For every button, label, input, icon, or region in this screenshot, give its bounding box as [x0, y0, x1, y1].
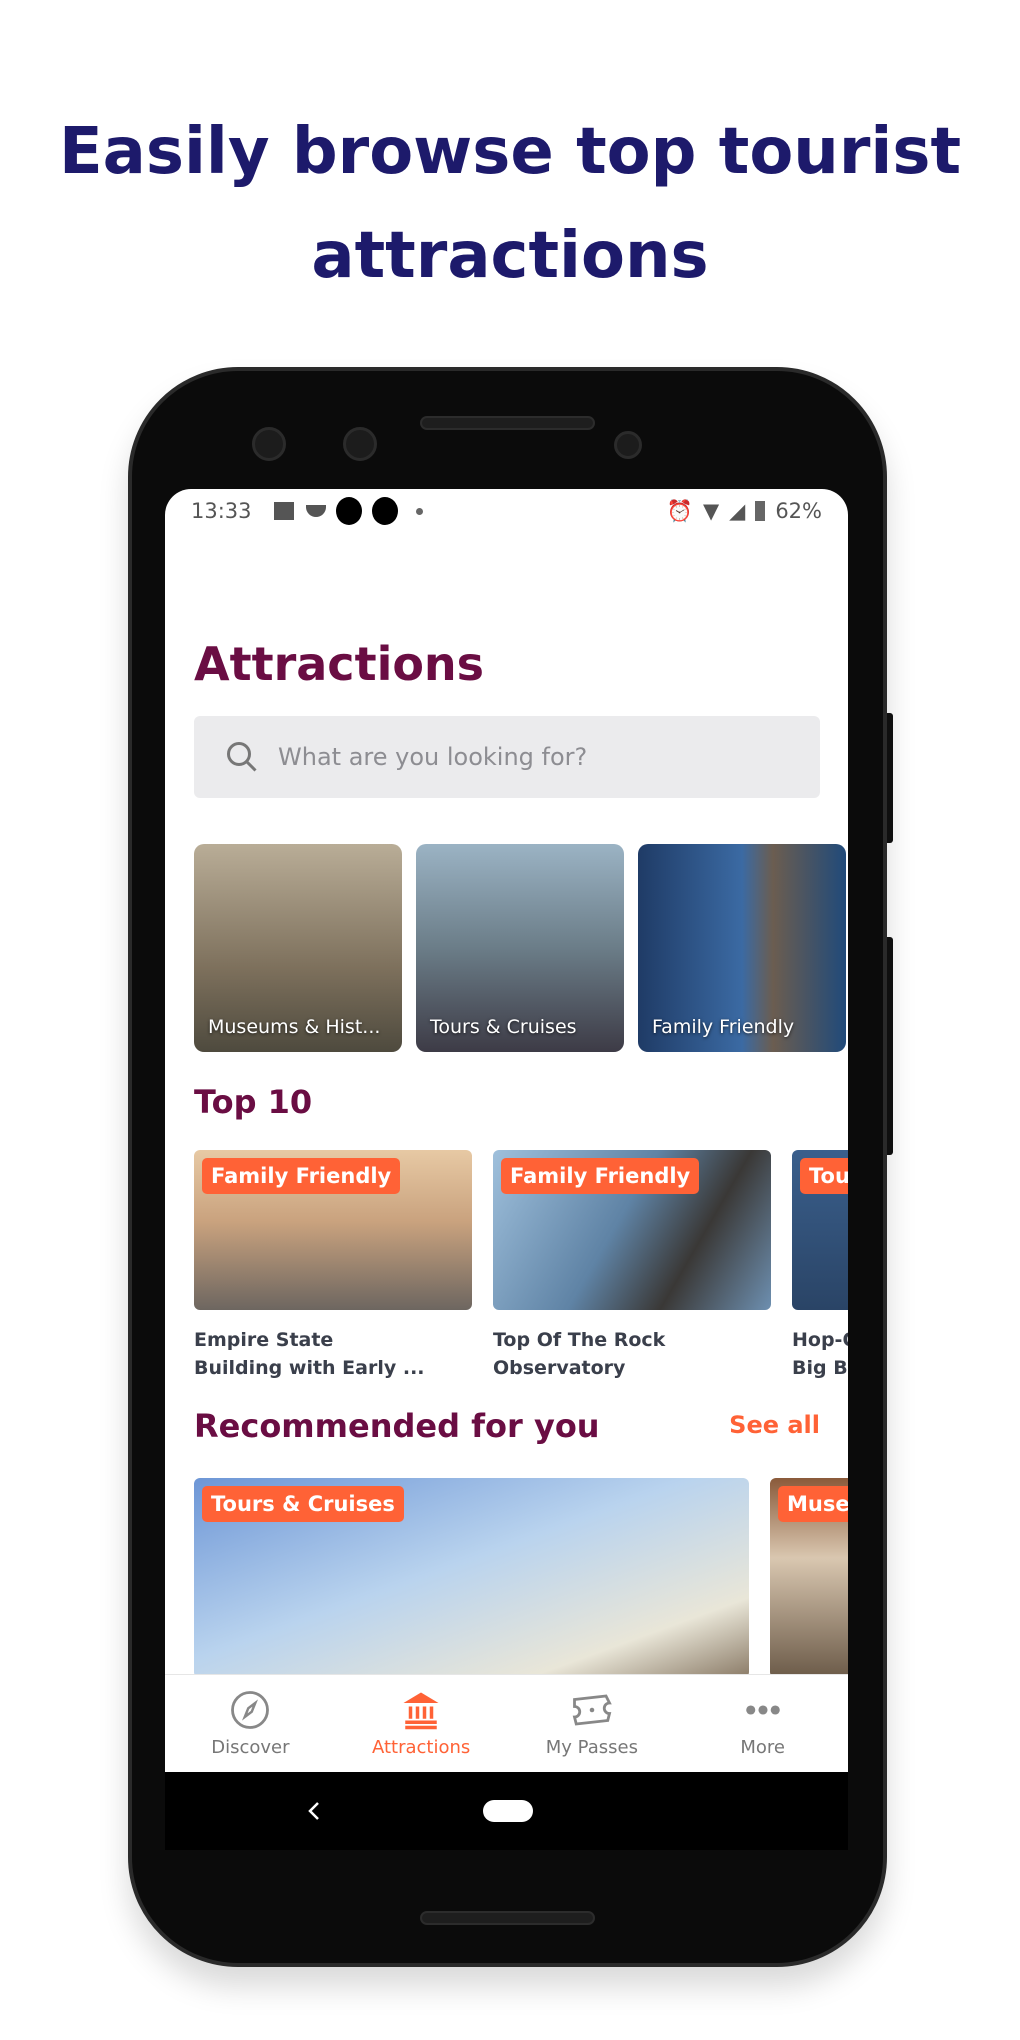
system-nav-bar [165, 1772, 848, 1850]
category-tours[interactable]: Tours & Cruises [416, 844, 624, 1052]
page-title: Attractions [194, 637, 485, 691]
home-button[interactable] [483, 1800, 533, 1822]
search-icon [227, 742, 257, 772]
tab-discover[interactable]: Discover [165, 1675, 336, 1772]
museum-icon [403, 1692, 439, 1730]
top10-card[interactable]: Tour Hop-OBig Bu [792, 1150, 848, 1382]
sensor [614, 431, 642, 459]
top10-card[interactable]: Family Friendly Top Of The Rock Observato… [493, 1150, 771, 1382]
top10-heading: Top 10 [194, 1083, 313, 1121]
dot-icon [415, 507, 423, 515]
recommended-card[interactable]: Museu [770, 1478, 848, 1678]
status-bar: 13:33 ⏰ ▼ ◢ 62% [191, 497, 822, 525]
top10-list: Family Friendly Empire State Building wit… [194, 1150, 848, 1382]
camera [343, 427, 377, 461]
speaker [420, 1911, 595, 1925]
top10-card[interactable]: Family Friendly Empire State Building wit… [194, 1150, 472, 1382]
category-family[interactable]: Family Friendly [638, 844, 846, 1052]
recommended-heading: Recommended for you [194, 1407, 600, 1445]
bottom-tab-bar: Discover Attractions My Passes More [165, 1674, 848, 1772]
compass-icon [231, 1691, 270, 1729]
category-list: Museums & Hist... Tours & Cruises Family… [194, 844, 846, 1052]
tab-more[interactable]: More [677, 1675, 848, 1772]
alarm-icon: ⏰ [666, 498, 693, 523]
camera [252, 427, 286, 461]
see-all-link[interactable]: See all [729, 1411, 820, 1439]
screen: 13:33 ⏰ ▼ ◢ 62% Attractions What are you… [165, 489, 848, 1850]
tab-my-passes[interactable]: My Passes [507, 1675, 678, 1772]
more-dots-icon [745, 1705, 780, 1715]
back-icon[interactable] [306, 1800, 322, 1822]
dot-icon [335, 497, 362, 525]
tab-attractions[interactable]: Attractions [336, 1675, 507, 1772]
battery-icon [755, 501, 766, 521]
search-input[interactable]: What are you looking for? [194, 716, 820, 798]
headline: Easily browse top tourist attractions [58, 115, 962, 293]
wifi-icon: ▼ [703, 499, 720, 523]
ticket-icon [572, 1694, 612, 1726]
speaker [420, 416, 595, 430]
signal-icon: ◢ [729, 499, 746, 523]
category-museums[interactable]: Museums & Hist... [194, 844, 402, 1052]
recommended-card[interactable]: Tours & Cruises [194, 1478, 749, 1678]
recommended-list: Tours & Cruises Museu [194, 1478, 848, 1678]
dot-icon [371, 497, 398, 525]
image-icon [273, 502, 294, 520]
notification-icon [305, 505, 326, 517]
